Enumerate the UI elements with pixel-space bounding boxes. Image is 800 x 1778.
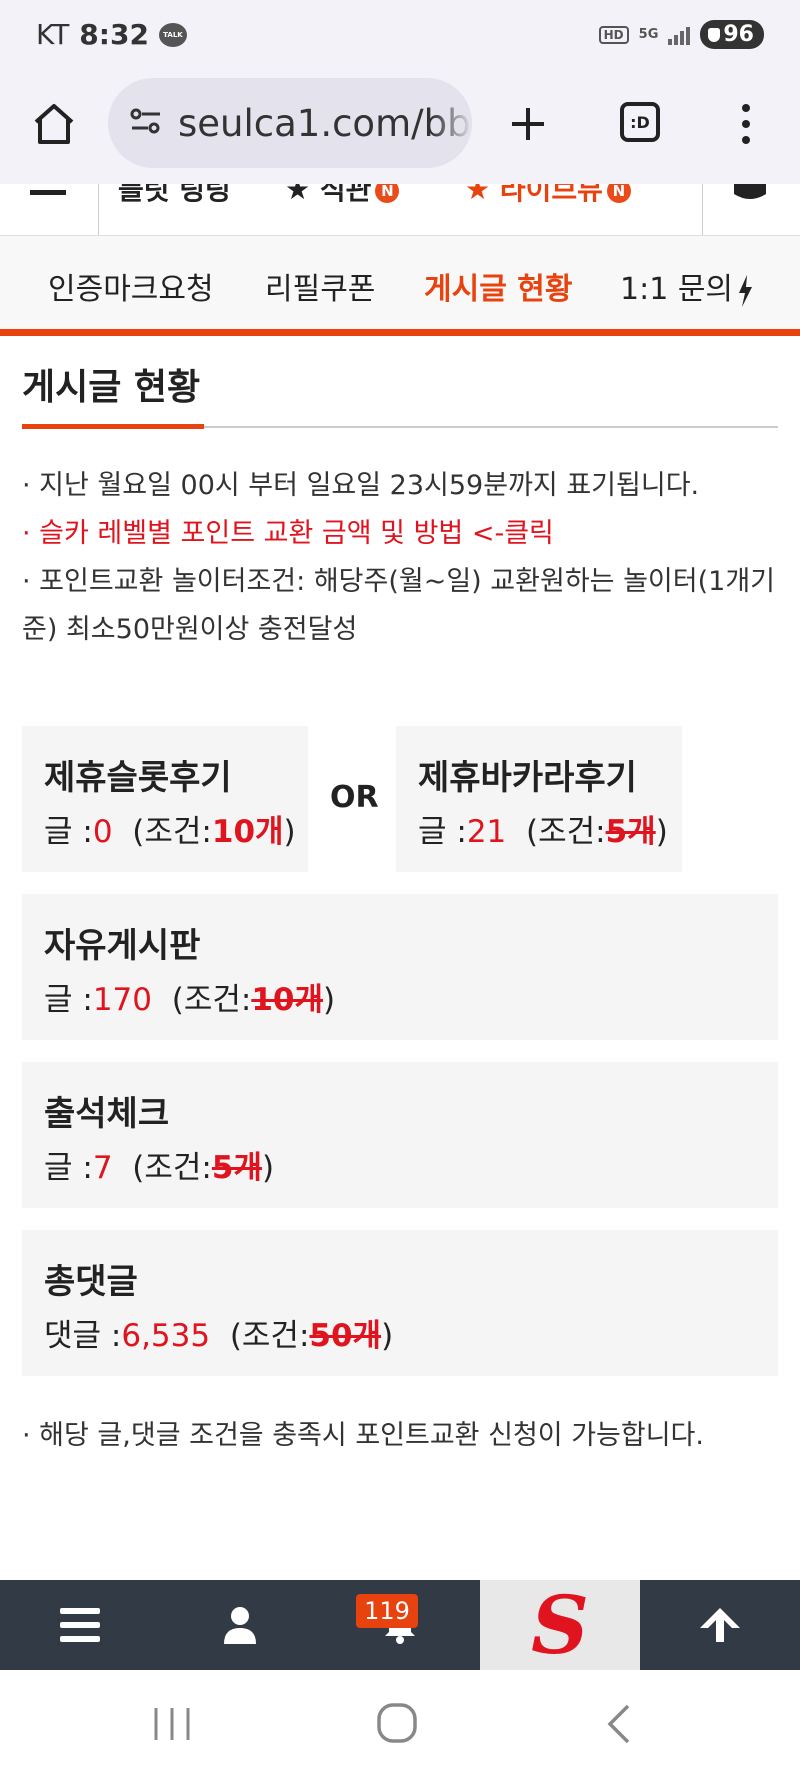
- condition-value: 5개: [605, 814, 656, 850]
- post-count: 7: [92, 1150, 113, 1186]
- site-main-nav: 를릿 링링 ★ 식관 N ★ 라이브뷰 N: [0, 184, 800, 236]
- condition-value: 10개: [251, 982, 323, 1018]
- page-title: 게시글 현황: [22, 367, 201, 408]
- nav-item-2[interactable]: ★ 식관 N: [285, 184, 400, 208]
- status-bar: KT 8:32 TALK HD 5G 96: [0, 0, 800, 72]
- card-title: 총댓글: [44, 1262, 138, 1302]
- condition-value: 50개: [309, 1318, 382, 1354]
- clock: 8:32: [79, 18, 149, 51]
- bell-icon[interactable]: [728, 184, 772, 208]
- user-button[interactable]: [160, 1580, 320, 1670]
- card-title: 자유게시판: [44, 926, 201, 966]
- title-accent-bar: [22, 424, 204, 429]
- site-settings-icon[interactable]: [128, 104, 164, 140]
- new-badge: N: [375, 184, 400, 203]
- notification-count-badge: 119: [356, 1594, 418, 1628]
- condition-value: 10개: [211, 814, 284, 850]
- card-title: 제휴슬롯후기: [44, 758, 232, 798]
- post-count: 21: [466, 814, 507, 850]
- tab-inquiry[interactable]: 1:1 문의: [620, 264, 753, 308]
- scroll-top-button[interactable]: [640, 1580, 800, 1670]
- home-icon[interactable]: [30, 100, 78, 148]
- new-tab-icon[interactable]: [504, 100, 552, 148]
- hamburger-menu-icon: [60, 1608, 100, 1642]
- card-stats: 글 :0 (조건:10개): [44, 814, 296, 850]
- battery-indicator: 96: [700, 20, 764, 49]
- tab-certification-request[interactable]: 인증마크요청: [48, 264, 214, 308]
- condition-value: 5개: [211, 1150, 262, 1186]
- hamburger-menu-icon[interactable]: [30, 184, 70, 204]
- system-nav-bar: [0, 1670, 800, 1778]
- address-bar[interactable]: seulca1.com/bb: [108, 78, 472, 168]
- recent-apps-icon[interactable]: [152, 1706, 192, 1742]
- lightning-icon: [739, 274, 753, 307]
- stat-card-attendance: 출석체크 글 :7 (조건:5개): [22, 1062, 778, 1208]
- more-options-icon[interactable]: [736, 100, 756, 148]
- kakaotalk-icon: TALK: [158, 22, 187, 47]
- card-title: 제휴바카라후기: [418, 758, 637, 798]
- browser-toolbar: seulca1.com/bb :D: [0, 72, 800, 184]
- back-icon[interactable]: [604, 1704, 634, 1744]
- user-icon: [224, 1607, 256, 1644]
- tab-switcher-button[interactable]: :D: [620, 102, 660, 142]
- hd-voice-icon: HD: [598, 25, 629, 44]
- post-count: 0: [92, 814, 113, 850]
- battery-level: 96: [723, 22, 754, 47]
- stat-card-free-board: 자유게시판 글 :170 (조건:10개): [22, 894, 778, 1040]
- card-title: 출석체크: [44, 1094, 170, 1134]
- post-count: 170: [92, 982, 152, 1018]
- site-logo[interactable]: S: [480, 1580, 640, 1670]
- network-5g-icon: 5G: [638, 26, 659, 42]
- or-label: OR: [330, 780, 379, 815]
- arrow-up-icon: [700, 1608, 740, 1642]
- card-stats: 글 :21 (조건:5개): [418, 814, 668, 850]
- notice-exchange-condition: · 포인트교환 놀이터조건: 해당주(월~일) 교환원하는 놀이터(1개기준) …: [22, 566, 775, 645]
- notice-point-exchange-link[interactable]: · 슬카 레벨별 포인트 교환 금액 및 방법 <-클릭: [22, 510, 782, 558]
- card-stats: 글 :7 (조건:5개): [44, 1150, 275, 1186]
- nav-item-1[interactable]: 를릿 링링: [118, 184, 231, 208]
- url-text: seulca1.com/bb: [178, 102, 471, 145]
- nav-item-3[interactable]: ★ 라이브뷰 N: [465, 184, 631, 208]
- comment-count: 6,535: [121, 1318, 211, 1354]
- stat-card-slot-review: 제휴슬롯후기 글 :0 (조건:10개): [22, 726, 308, 872]
- signal-icon: [668, 25, 691, 45]
- notice-period: · 지난 월요일 00시 부터 일요일 23시59분까지 표기됩니다.: [22, 470, 700, 501]
- carrier-label: KT: [36, 18, 70, 51]
- stat-card-total-comments: 총댓글 댓글 :6,535 (조건:50개): [22, 1230, 778, 1376]
- footer-notice: · 해당 글,댓글 조건을 충족시 포인트교환 신청이 가능합니다.: [22, 1420, 704, 1451]
- tab-post-status[interactable]: 게시글 현황: [424, 264, 572, 308]
- sub-nav: 인증마크요청 리필쿠폰 게시글 현황 1:1 문의: [0, 236, 800, 336]
- new-badge: N: [606, 184, 631, 203]
- shield-icon: [708, 27, 721, 42]
- menu-button[interactable]: [0, 1580, 160, 1670]
- card-stats: 댓글 :6,535 (조건:50개): [44, 1318, 394, 1354]
- tab-refill-coupon[interactable]: 리필쿠폰: [265, 264, 375, 308]
- card-stats: 글 :170 (조건:10개): [44, 982, 336, 1018]
- logo-letter: S: [531, 1578, 589, 1672]
- home-icon[interactable]: [376, 1702, 418, 1744]
- stat-card-baccarat-review: 제휴바카라후기 글 :21 (조건:5개): [396, 726, 682, 872]
